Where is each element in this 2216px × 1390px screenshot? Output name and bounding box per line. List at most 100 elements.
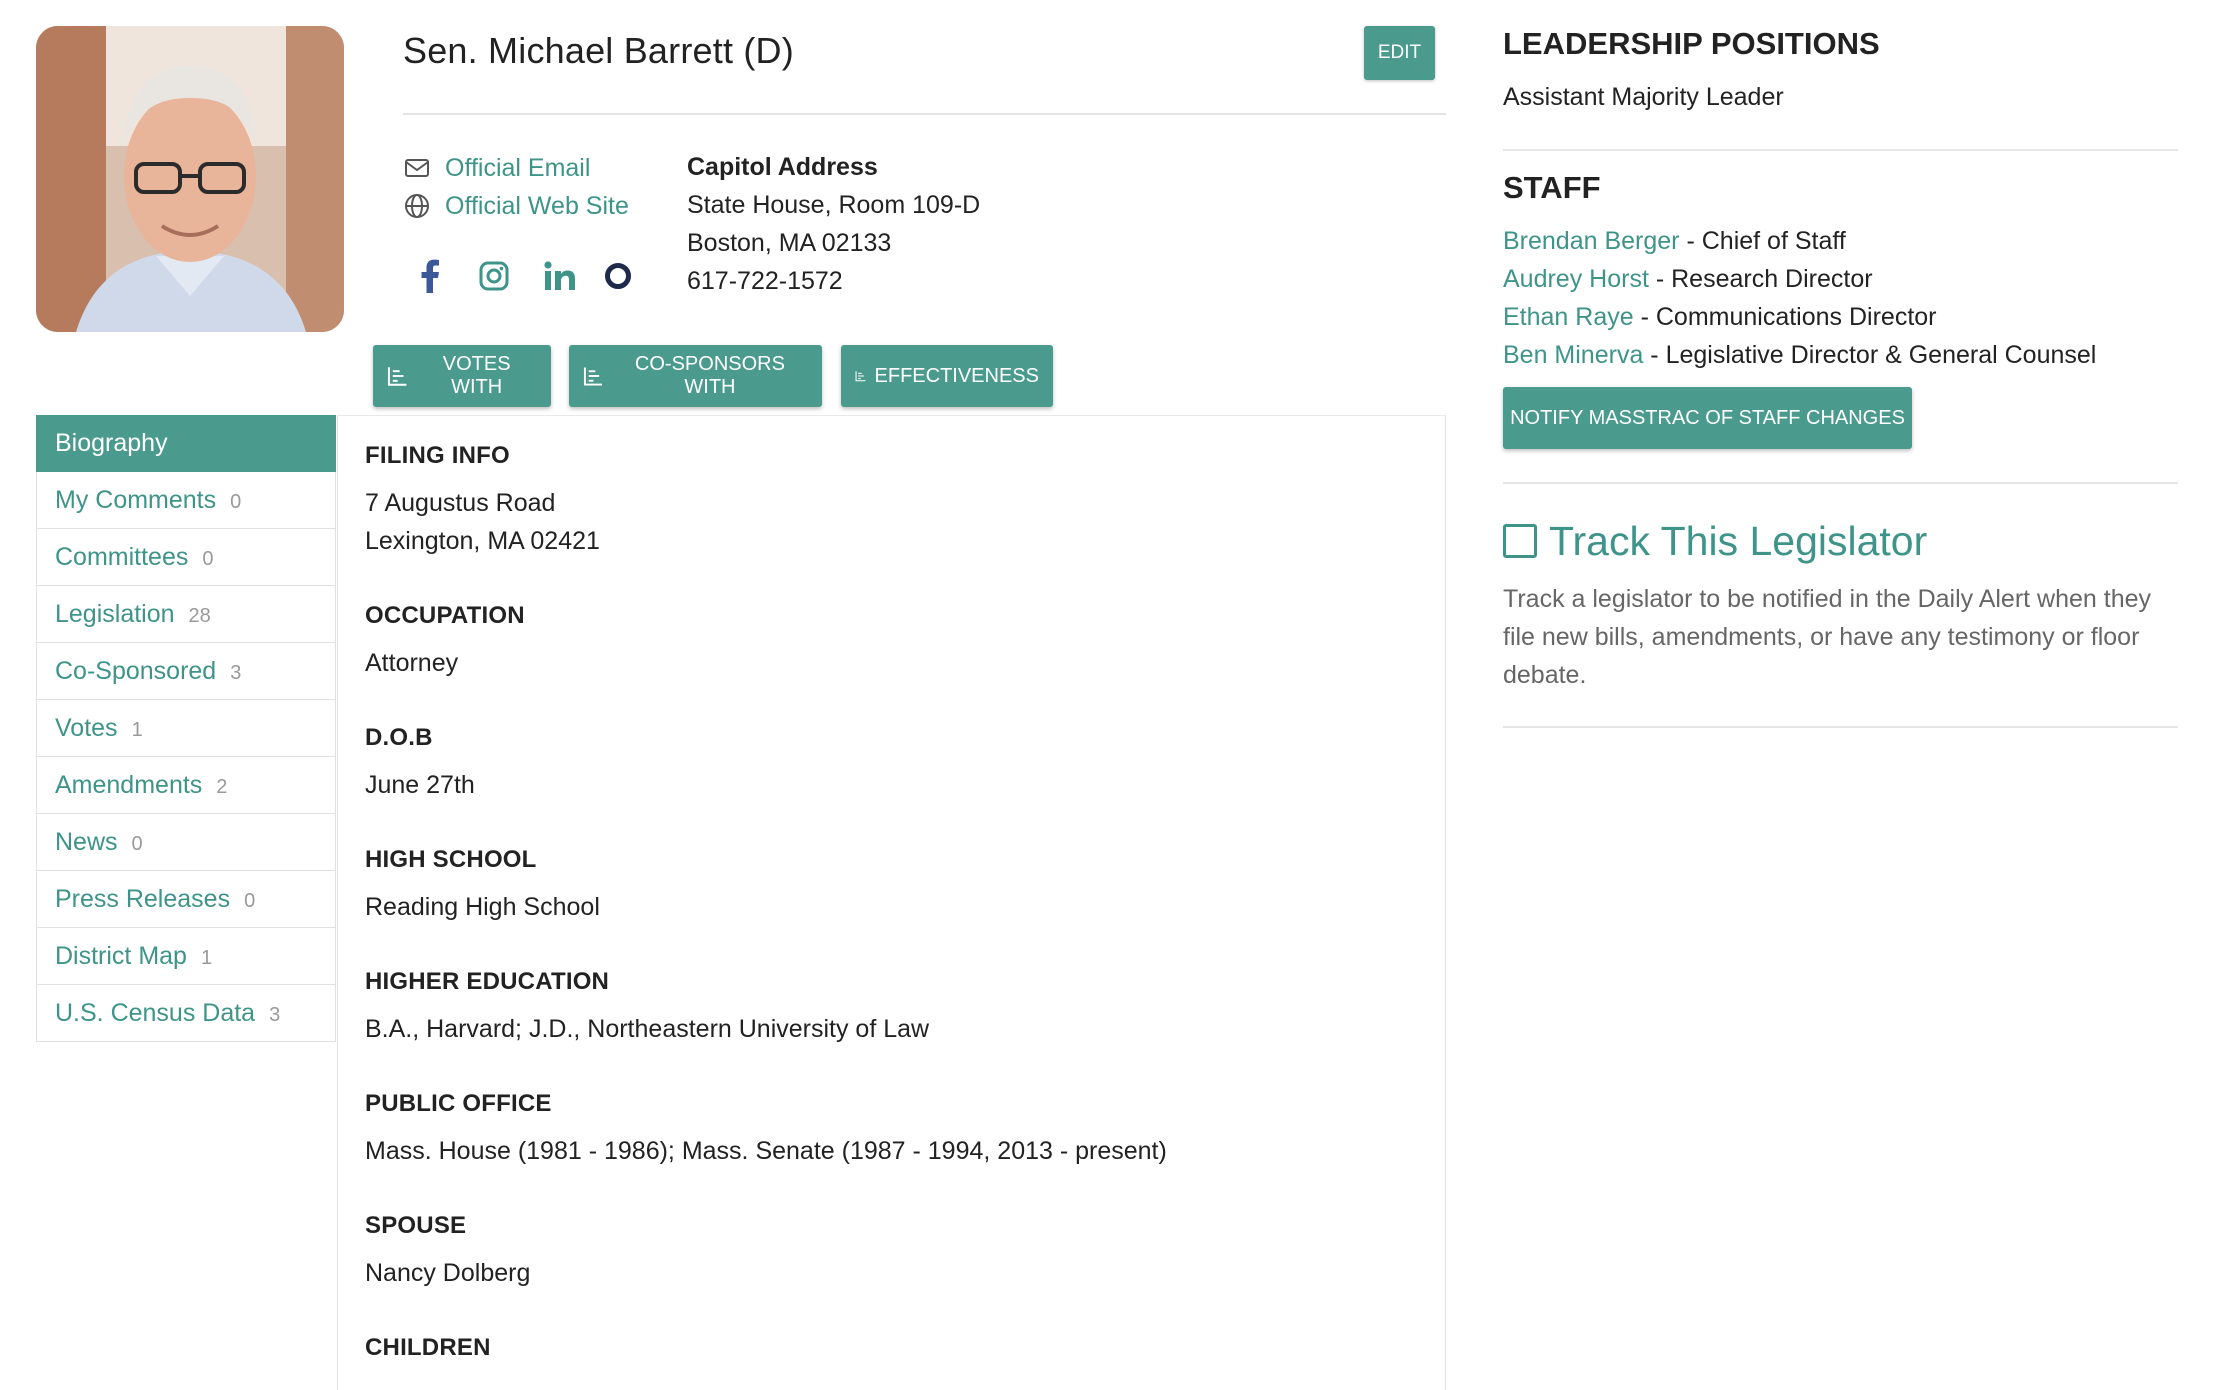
section-value: Mass. House (1981 - 1986); Mass. Senate … <box>365 1137 1167 1165</box>
staff-role: - Research Director <box>1648 265 1873 293</box>
filing-address-line: 7 Augustus Road <box>365 489 556 517</box>
bar-chart-icon <box>583 367 602 386</box>
staff-role: - Communications Director <box>1633 303 1937 331</box>
sidebar-item-label: News <box>55 827 118 856</box>
sidebar-item-count: 28 <box>188 604 211 627</box>
sidebar-item-legislation[interactable]: Legislation 28 <box>36 586 336 643</box>
section-value: Nancy Dolberg <box>365 1259 531 1287</box>
sidebar-item-count: 1 <box>200 946 213 969</box>
o-icon[interactable] <box>600 256 636 296</box>
capitol-address-line: State House, Room 109-D <box>687 191 981 219</box>
section-heading: PUBLIC OFFICE <box>365 1090 552 1117</box>
sidebar-item-label: District Map <box>55 941 187 970</box>
globe-icon <box>403 192 431 220</box>
staff-heading: STAFF <box>1503 170 1601 205</box>
cosponsors-with-label: CO-SPONSORS WITH <box>634 353 785 398</box>
sidebar-item-label: Legislation <box>55 599 175 628</box>
sidebar-item-press-releases[interactable]: Press Releases 0 <box>36 871 336 928</box>
bar-chart-icon <box>387 367 407 386</box>
track-legislator-toggle[interactable]: Track This Legislator <box>1503 515 1927 567</box>
sidebar-item-co-sponsored[interactable]: Co-Sponsored 3 <box>36 643 336 700</box>
sidebar-item-district-map[interactable]: District Map 1 <box>36 928 336 985</box>
staff-member: Audrey Horst - Research Director <box>1503 260 1873 298</box>
divider <box>1503 149 2178 151</box>
sidebar-item-count: 0 <box>131 832 143 855</box>
sidebar-item-count: 2 <box>216 775 228 798</box>
instagram-icon[interactable] <box>474 256 514 296</box>
sidebar-item-committees[interactable]: Committees 0 <box>36 529 336 586</box>
staff-name-link[interactable]: Ben Minerva <box>1503 341 1643 369</box>
official-email-label: Official Email <box>445 153 591 182</box>
divider <box>1503 482 2178 484</box>
effectiveness-button[interactable]: EFFECTIVENESS <box>841 345 1053 407</box>
section-value: 7 Augustus Road Lexington, MA 02421 <box>365 484 600 560</box>
official-website-label: Official Web Site <box>445 191 629 220</box>
filing-info-section: FILING INFO 7 Augustus Road Lexington, M… <box>365 442 600 560</box>
track-legislator-description: Track a legislator to be notified in the… <box>1503 585 2152 689</box>
capitol-address: Capitol Address State House, Room 109-D … <box>687 148 980 300</box>
sidebar-item-count: 1 <box>131 718 143 741</box>
votes-with-button[interactable]: VOTES WITH <box>373 345 551 407</box>
sidebar-item-label: Co-Sponsored <box>55 656 217 685</box>
sidebar-item-amendments[interactable]: Amendments 2 <box>36 757 336 814</box>
children-section: CHILDREN <box>365 1334 491 1362</box>
section-value: Attorney <box>365 649 459 677</box>
sidebar-item-label: Votes <box>55 713 118 742</box>
section-heading: D.O.B <box>365 724 433 751</box>
linkedin-icon[interactable] <box>540 256 580 296</box>
sidebar-item-label: U.S. Census Data <box>55 998 256 1027</box>
official-website-link[interactable]: Official Web Site <box>403 188 629 224</box>
facebook-icon[interactable] <box>412 256 448 296</box>
sidebar-item-label: Press Releases <box>55 884 231 913</box>
leadership-heading: LEADERSHIP POSITIONS <box>1503 26 1880 61</box>
staff-name-link[interactable]: Brendan Berger <box>1503 227 1680 255</box>
section-heading: OCCUPATION <box>365 602 525 629</box>
sidebar-item-my-comments[interactable]: My Comments 0 <box>36 472 336 529</box>
legislator-name: Sen. Michael Barrett (D) <box>403 30 794 71</box>
staff-role: - Legislative Director & General Counsel <box>1643 341 2097 369</box>
higher-education-section: HIGHER EDUCATION B.A., Harvard; J.D., No… <box>365 968 929 1048</box>
sidebar-item-count: 0 <box>202 547 214 570</box>
biography-panel: FILING INFO 7 Augustus Road Lexington, M… <box>337 415 1446 1390</box>
sidebar-item-label: Biography <box>55 428 168 457</box>
profile-sidebar-nav: Biography My Comments 0 Committees 0 Leg… <box>36 415 336 1042</box>
staff-role: - Chief of Staff <box>1679 227 1846 255</box>
sidebar-item-label: My Comments <box>55 485 217 514</box>
edit-button[interactable]: EDIT <box>1364 26 1435 80</box>
staff-member: Brendan Berger - Chief of Staff <box>1503 222 1846 260</box>
effectiveness-label: EFFECTIVENESS <box>874 364 1039 387</box>
occupation-section: OCCUPATION Attorney <box>365 602 525 682</box>
sidebar-item-biography[interactable]: Biography <box>36 415 336 472</box>
sidebar-item-label: Committees <box>55 542 189 571</box>
sidebar-item-count: 0 <box>244 889 256 912</box>
sidebar-item-census-data[interactable]: U.S. Census Data 3 <box>36 985 336 1042</box>
cosponsors-with-button[interactable]: CO-SPONSORS WITH <box>569 345 822 407</box>
sidebar-item-count: 0 <box>230 490 242 513</box>
sidebar-item-label: Amendments <box>55 770 203 799</box>
notify-staff-changes-button[interactable]: NOTIFY MASSTRAC OF STAFF CHANGES <box>1503 387 1912 449</box>
legislator-profile-page: Sen. Michael Barrett (D) EDIT Official E… <box>0 0 2216 1390</box>
staff-member: Ethan Raye - Communications Director <box>1503 298 1937 336</box>
votes-with-label: VOTES WITH <box>442 353 511 398</box>
high-school-section: HIGH SCHOOL Reading High School <box>365 846 600 926</box>
official-email-link[interactable]: Official Email <box>403 150 590 186</box>
section-heading: CHILDREN <box>365 1334 491 1361</box>
checkbox-icon[interactable] <box>1503 524 1537 558</box>
sidebar-item-count: 3 <box>269 1003 281 1026</box>
staff-name-link[interactable]: Ethan Raye <box>1503 303 1634 331</box>
legislator-photo <box>36 26 344 332</box>
bar-chart-icon <box>855 371 866 382</box>
capitol-address-label: Capitol Address <box>687 153 878 181</box>
staff-member: Ben Minerva - Legislative Director & Gen… <box>1503 336 2096 374</box>
section-heading: FILING INFO <box>365 442 510 469</box>
capitol-address-line: Boston, MA 02133 <box>687 229 892 257</box>
sidebar-item-count: 3 <box>230 661 242 684</box>
sidebar-item-news[interactable]: News 0 <box>36 814 336 871</box>
section-heading: HIGH SCHOOL <box>365 846 537 873</box>
staff-name-link[interactable]: Audrey Horst <box>1503 265 1649 293</box>
envelope-icon <box>403 154 431 182</box>
spouse-section: SPOUSE Nancy Dolberg <box>365 1212 530 1292</box>
dob-section: D.O.B June 27th <box>365 724 475 804</box>
header-divider <box>403 113 1446 115</box>
sidebar-item-votes[interactable]: Votes 1 <box>36 700 336 757</box>
